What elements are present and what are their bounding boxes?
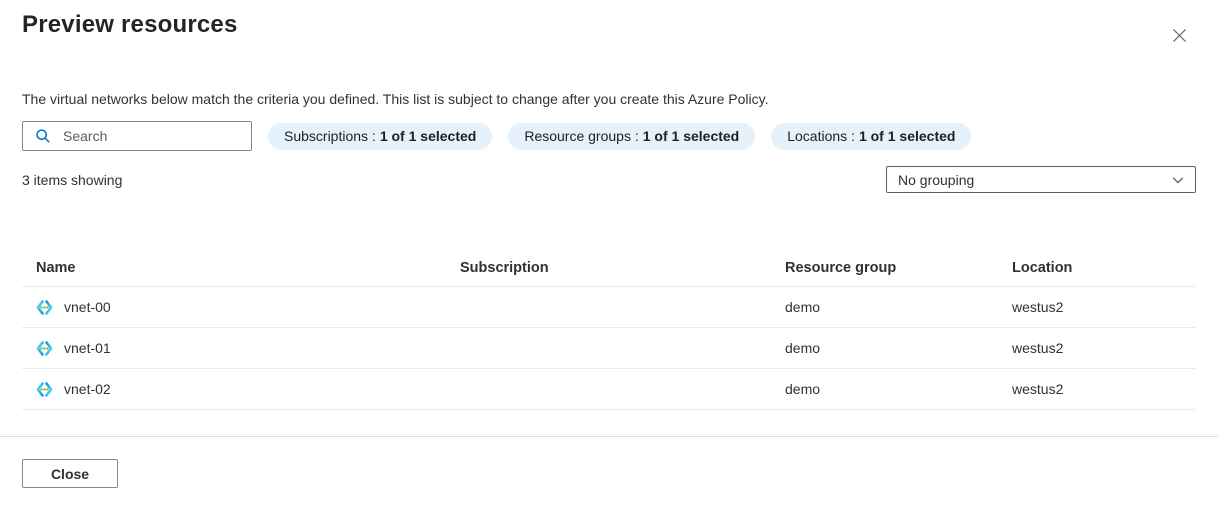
filter-label: Resource groups : bbox=[524, 128, 639, 144]
resource-name: vnet-02 bbox=[64, 381, 111, 397]
subscriptions-filter-pill[interactable]: Subscriptions : 1 of 1 selected bbox=[268, 122, 493, 150]
page-title: Preview resources bbox=[22, 11, 238, 38]
table-row[interactable]: vnet-00 demo westus2 bbox=[22, 287, 1196, 328]
close-icon bbox=[1172, 28, 1187, 43]
items-count: 3 items showing bbox=[22, 171, 123, 188]
grouping-dropdown[interactable]: No grouping bbox=[886, 166, 1196, 193]
resource-groups-filter-pill[interactable]: Resource groups : 1 of 1 selected bbox=[508, 122, 756, 150]
preview-resources-panel: Preview resources The virtual networks b… bbox=[0, 10, 1218, 521]
resource-group-cell: demo bbox=[785, 299, 821, 315]
column-header-subscription[interactable]: Subscription bbox=[460, 260, 785, 276]
chevron-down-icon bbox=[1171, 173, 1185, 187]
close-button[interactable]: Close bbox=[22, 459, 118, 488]
search-icon bbox=[35, 128, 51, 144]
resource-name: vnet-01 bbox=[64, 340, 111, 356]
location-cell: westus2 bbox=[1012, 340, 1064, 356]
locations-filter-pill[interactable]: Locations : 1 of 1 selected bbox=[771, 122, 972, 150]
filter-value: 1 of 1 selected bbox=[379, 128, 477, 144]
filter-toolbar: Subscriptions : 1 of 1 selected Resource… bbox=[22, 121, 1196, 151]
table-row[interactable]: vnet-01 demo westus2 bbox=[22, 328, 1196, 369]
resource-name: vnet-00 bbox=[64, 299, 111, 315]
search-box[interactable] bbox=[22, 121, 252, 151]
filter-value: 1 of 1 selected bbox=[642, 128, 740, 144]
meta-row: 3 items showing No grouping bbox=[22, 166, 1196, 193]
close-panel-button[interactable] bbox=[1168, 24, 1190, 46]
virtual-network-icon bbox=[36, 381, 53, 398]
resource-group-cell: demo bbox=[785, 381, 821, 397]
virtual-network-icon bbox=[36, 340, 53, 357]
location-cell: westus2 bbox=[1012, 299, 1064, 315]
location-cell: westus2 bbox=[1012, 381, 1064, 397]
column-header-location[interactable]: Location bbox=[1012, 260, 1196, 276]
column-header-name[interactable]: Name bbox=[22, 260, 460, 276]
footer-divider bbox=[0, 436, 1218, 437]
search-input[interactable] bbox=[63, 128, 243, 144]
resources-table: Name Subscription Resource group Locatio… bbox=[22, 250, 1196, 410]
table-row[interactable]: vnet-02 demo westus2 bbox=[22, 369, 1196, 410]
grouping-selected-value: No grouping bbox=[898, 171, 975, 188]
column-header-resource-group[interactable]: Resource group bbox=[785, 260, 1012, 276]
resource-group-cell: demo bbox=[785, 340, 821, 356]
filter-label: Locations : bbox=[787, 128, 855, 144]
virtual-network-icon bbox=[36, 299, 53, 316]
filter-value: 1 of 1 selected bbox=[858, 128, 956, 144]
filter-label: Subscriptions : bbox=[284, 128, 376, 144]
table-header-row: Name Subscription Resource group Locatio… bbox=[22, 250, 1196, 287]
panel-description: The virtual networks below match the cri… bbox=[22, 91, 769, 107]
